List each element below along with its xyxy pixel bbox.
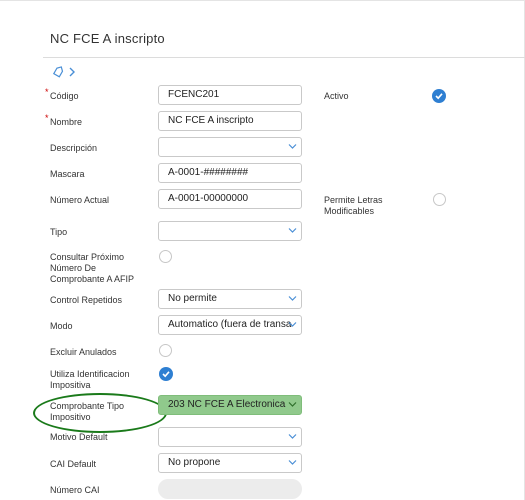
chevron-down-icon — [288, 144, 297, 149]
tag-icon[interactable] — [52, 66, 64, 78]
mascara-label: Mascara — [50, 169, 85, 179]
check-icon — [162, 371, 170, 378]
descripcion-label: Descripción — [50, 143, 98, 153]
motivo-default-label: Motivo Default — [50, 432, 108, 442]
consultar-afip-checkbox[interactable] — [159, 250, 172, 263]
mascara-value: A-0001-######## — [168, 167, 249, 178]
nombre-value: NC FCE A inscripto — [168, 115, 254, 126]
cai-default-label: CAI Default — [50, 459, 97, 469]
chevron-down-icon — [288, 228, 297, 233]
control-repetidos-value: No permite — [168, 293, 217, 304]
title-divider — [43, 57, 525, 58]
motivo-default-select[interactable] — [158, 427, 302, 447]
page-title: NC FCE A inscripto — [50, 31, 165, 46]
tipo-select[interactable] — [158, 221, 302, 241]
check-icon — [435, 93, 443, 100]
chevron-down-icon — [288, 460, 297, 465]
chevron-down-icon — [288, 402, 297, 407]
cai-default-value: No propone — [168, 457, 221, 468]
mascara-input[interactable]: A-0001-######## — [158, 163, 302, 183]
chevron-down-icon — [288, 322, 297, 327]
chevron-down-icon — [288, 434, 297, 439]
control-repetidos-select[interactable]: No permite — [158, 289, 302, 309]
permite-letras-label: Permite Letras Modificables — [324, 195, 383, 216]
chevron-right-icon[interactable] — [68, 66, 76, 78]
modo-value: Automatico (fuera de transac — [168, 319, 292, 330]
numero-actual-input[interactable]: A-0001-00000000 — [158, 189, 302, 209]
required-mark: * — [45, 113, 49, 123]
codigo-input[interactable]: FCENC201 — [158, 85, 302, 105]
utiliza-identificacion-label: Utiliza Identificacion Impositiva — [50, 369, 130, 390]
descripcion-select[interactable] — [158, 137, 302, 157]
modo-label: Modo — [50, 321, 73, 331]
activo-checkbox[interactable] — [432, 89, 446, 103]
tipo-label: Tipo — [50, 227, 68, 237]
numero-cai-label: Número CAI — [50, 485, 100, 495]
top-border — [0, 0, 525, 1]
activo-label: Activo — [324, 91, 349, 101]
numero-cai-input — [158, 479, 302, 499]
consultar-afip-label: Consultar Próximo Número De Comprobante … — [50, 252, 135, 284]
nombre-label: Nombre — [50, 117, 83, 127]
excluir-anulados-checkbox[interactable] — [159, 344, 172, 357]
required-mark: * — [45, 87, 49, 97]
comprobante-tipo-select[interactable]: 203 NC FCE A Electronica — [158, 395, 302, 415]
utiliza-identificacion-checkbox[interactable] — [159, 367, 173, 381]
comprobante-tipo-label: Comprobante Tipo Impositivo — [50, 401, 125, 422]
nombre-input[interactable]: NC FCE A inscripto — [158, 111, 302, 131]
permite-letras-checkbox[interactable] — [433, 193, 446, 206]
excluir-anulados-label: Excluir Anulados — [50, 347, 117, 357]
modo-select[interactable]: Automatico (fuera de transac — [158, 315, 302, 335]
codigo-value: FCENC201 — [168, 89, 220, 100]
codigo-label: Código — [50, 91, 79, 101]
control-repetidos-label: Control Repetidos — [50, 295, 123, 305]
numero-actual-label: Número Actual — [50, 195, 110, 205]
numero-actual-value: A-0001-00000000 — [168, 193, 249, 204]
chevron-down-icon — [288, 296, 297, 301]
comprobante-tipo-value: 203 NC FCE A Electronica — [168, 399, 286, 410]
cai-default-select[interactable]: No propone — [158, 453, 302, 473]
